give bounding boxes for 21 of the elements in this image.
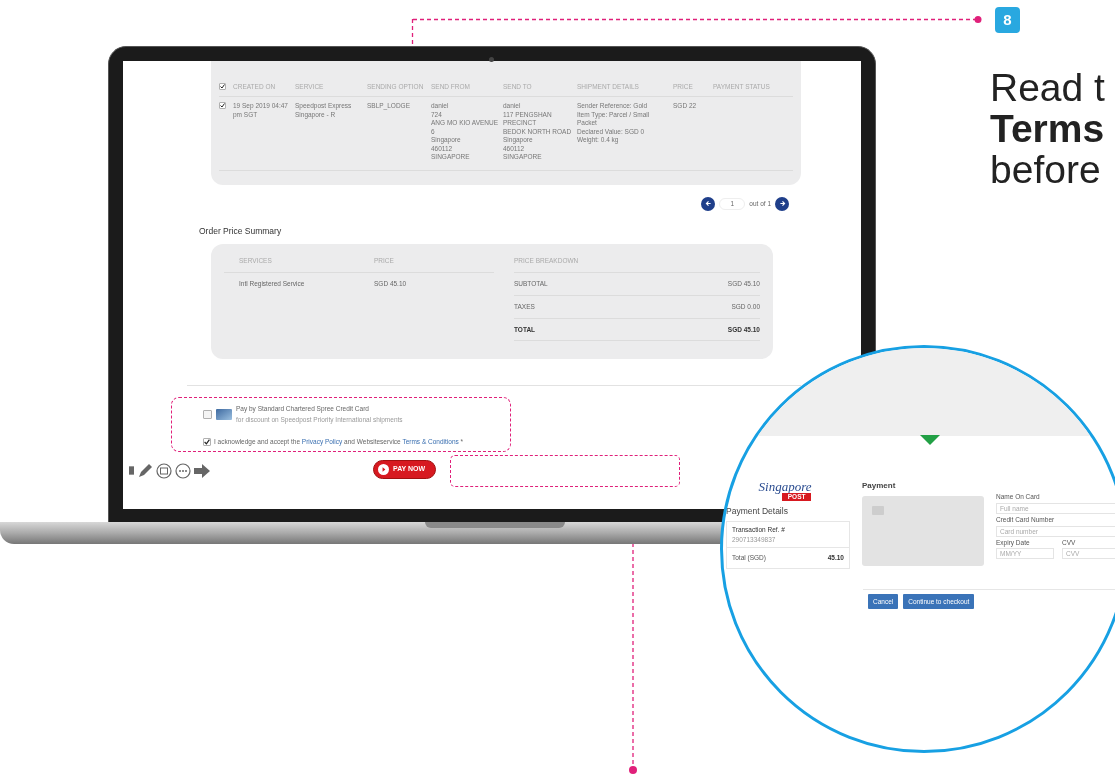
triangle-icon <box>920 435 940 445</box>
instruction-text: Read t Terms before <box>990 68 1106 191</box>
modal-title: Payment <box>862 480 897 492</box>
arrow-left-icon <box>704 200 712 207</box>
camera-icon <box>489 57 494 62</box>
next-page-button[interactable] <box>775 196 789 211</box>
more-icon <box>175 462 191 479</box>
pencil-icon <box>137 462 153 479</box>
step-badge: 8 <box>995 7 1020 33</box>
section-title: Order Price Summary <box>199 224 283 238</box>
checkbox[interactable] <box>219 102 226 110</box>
arrow-right-icon <box>778 200 786 207</box>
image-icon <box>156 462 172 479</box>
arrow-right-icon <box>194 463 210 478</box>
play-icon <box>378 463 389 475</box>
credit-card-icon <box>216 409 232 420</box>
checkbox[interactable] <box>219 83 226 90</box>
checkbox[interactable] <box>203 437 211 446</box>
previous-page-button[interactable] <box>701 196 716 211</box>
checkbox[interactable] <box>203 410 212 419</box>
panel-title: Payment Details <box>726 505 789 518</box>
